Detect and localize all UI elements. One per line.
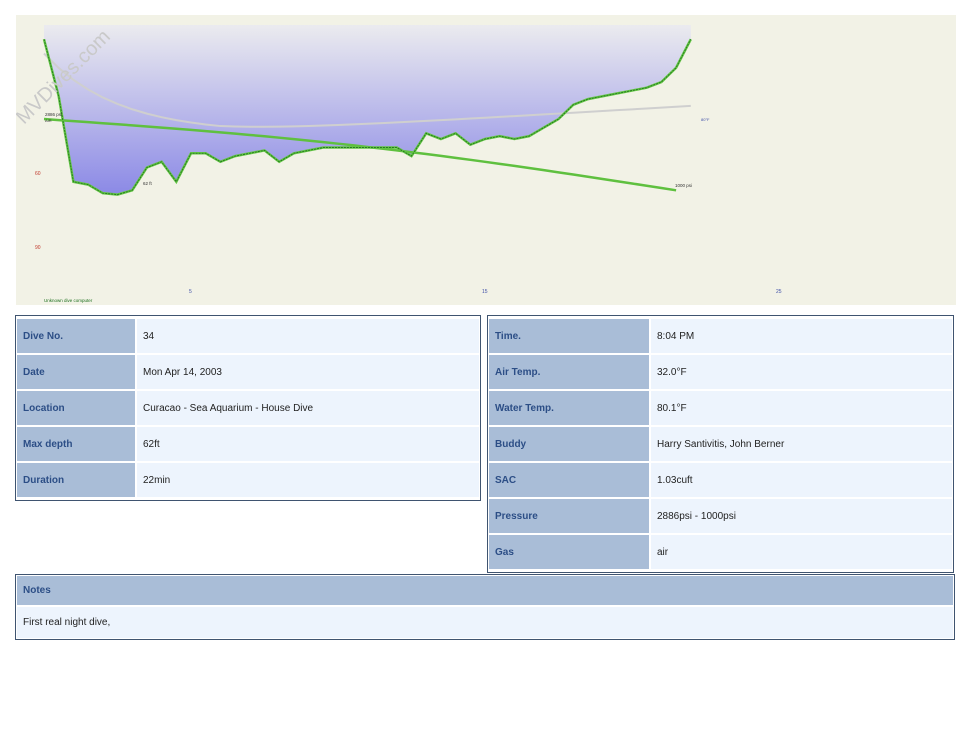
end-pressure-label: 1000 psi: [675, 183, 692, 188]
detail-value: 62ft: [135, 427, 479, 461]
detail-value: 34: [135, 319, 479, 353]
detail-label: Location: [17, 391, 135, 425]
dive-details-right-table: Time. 8:04 PM Air Temp. 32.0°F Water Temp. 80…: [487, 315, 954, 573]
notes-text: First real night dive,: [17, 607, 953, 638]
detail-row: Dive No. 34: [17, 319, 479, 353]
detail-label: Gas: [489, 535, 649, 569]
detail-value: 80.1°F: [649, 391, 952, 425]
detail-value: 8:04 PM: [649, 319, 952, 353]
notes-header: Notes: [17, 576, 953, 605]
start-pressure-label: 2886 psi: [45, 112, 62, 117]
computer-label: Unknown dive computer: [44, 298, 93, 303]
detail-label: Pressure: [489, 499, 649, 533]
x-tick-label: 5: [189, 289, 192, 295]
detail-row: SAC 1.03cuft: [489, 463, 952, 497]
detail-label: Duration: [17, 463, 135, 497]
detail-value: air: [649, 535, 952, 569]
notes-panel: Notes First real night dive,: [15, 574, 955, 640]
detail-value: 22min: [135, 463, 479, 497]
detail-row: Pressure 2886psi - 1000psi: [489, 499, 952, 533]
detail-label: Time.: [489, 319, 649, 353]
gas-label: AIR: [45, 118, 52, 123]
x-tick-label: 25: [776, 289, 782, 295]
detail-row: Max depth 62ft: [17, 427, 479, 461]
detail-value: 1.03cuft: [649, 463, 952, 497]
detail-value: Curacao - Sea Aquarium - House Dive: [135, 391, 479, 425]
detail-value: Mon Apr 14, 2003: [135, 355, 479, 389]
depth-area: [44, 25, 691, 195]
detail-label: Dive No.: [17, 319, 135, 353]
detail-row: Time. 8:04 PM: [489, 319, 952, 353]
detail-value: Harry Santivitis, John Berner: [649, 427, 952, 461]
detail-label: Date: [17, 355, 135, 389]
x-tick-label: 15: [482, 289, 488, 295]
detail-row: Duration 22min: [17, 463, 479, 497]
detail-label: Max depth: [17, 427, 135, 461]
dive-profile-chart: 60 90 5 15 25 2886 psi AIR 62 ft 1000 psi 80°F MV…: [16, 15, 956, 305]
y-tick-label: 90: [35, 245, 41, 251]
detail-label: Buddy: [489, 427, 649, 461]
dive-profile-svg: 60905 15 252886 psiAIR62 ft 1000 psi80°F MV…: [16, 25, 782, 303]
dive-details-left-table: Dive No. 34 Date Mon Apr 14, 2003 Location Cu…: [15, 315, 481, 501]
detail-row: Location Curacao - Sea Aquarium - House D…: [17, 391, 479, 425]
detail-label: Water Temp.: [489, 391, 649, 425]
y-tick-label: 60: [35, 171, 41, 177]
end-temp-label: 80°F: [701, 117, 710, 122]
detail-value: 2886psi - 1000psi: [649, 499, 952, 533]
detail-label: Air Temp.: [489, 355, 649, 389]
detail-label: SAC: [489, 463, 649, 497]
detail-row: Water Temp. 80.1°F: [489, 391, 952, 425]
max-depth-label: 62 ft: [143, 181, 153, 186]
detail-value: 32.0°F: [649, 355, 952, 389]
detail-row: Gas air: [489, 535, 952, 569]
detail-row: Date Mon Apr 14, 2003: [17, 355, 479, 389]
detail-row: Air Temp. 32.0°F: [489, 355, 952, 389]
detail-row: Buddy Harry Santivitis, John Berner: [489, 427, 952, 461]
